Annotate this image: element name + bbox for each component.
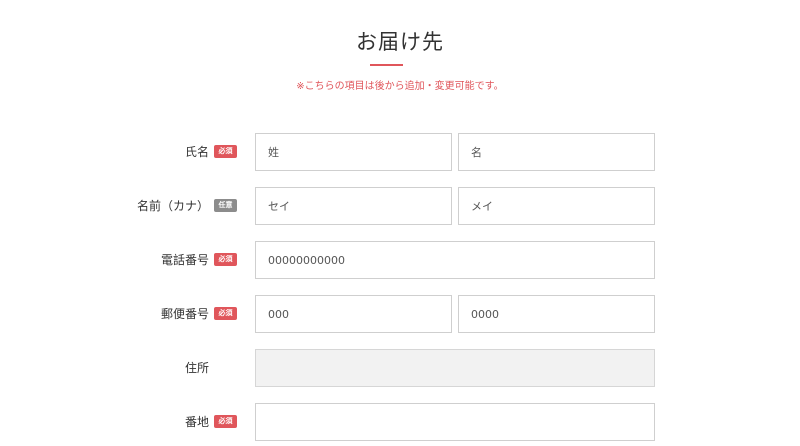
- kana-label: 名前（カナ）: [136, 199, 209, 213]
- address-label: 住所: [184, 361, 209, 375]
- last-name-input[interactable]: [255, 133, 452, 171]
- postal-label: 郵便番号: [160, 307, 209, 321]
- page-title: お届け先: [356, 30, 444, 54]
- name-label: 氏名: [184, 145, 209, 159]
- last-name-kana-input[interactable]: [255, 187, 452, 225]
- required-badge: 必須: [214, 307, 237, 320]
- optional-badge: 任意: [214, 199, 237, 212]
- phone-input[interactable]: [255, 241, 655, 279]
- first-name-kana-input[interactable]: [458, 187, 655, 225]
- phone-label: 電話番号: [160, 253, 209, 267]
- required-badge: 必須: [214, 253, 237, 266]
- postal-code-first-input[interactable]: [255, 295, 452, 333]
- street-row: 番地 必須: [0, 403, 800, 441]
- postal-code-second-input[interactable]: [458, 295, 655, 333]
- postal-row: 郵便番号 必須: [0, 295, 800, 333]
- notice-text: ※こちらの項目は後から追加・変更可能です。: [296, 81, 504, 92]
- address-input: [255, 349, 655, 387]
- first-name-input[interactable]: [458, 133, 655, 171]
- address-row: 住所: [0, 349, 800, 387]
- title-underline: [370, 64, 403, 66]
- required-badge: 必須: [214, 415, 237, 428]
- street-number-input[interactable]: [255, 403, 655, 441]
- name-row: 氏名 必須: [0, 133, 800, 171]
- kana-row: 名前（カナ） 任意: [0, 187, 800, 225]
- phone-row: 電話番号 必須: [0, 241, 800, 279]
- required-badge: 必須: [214, 145, 237, 158]
- street-label: 番地: [184, 415, 209, 429]
